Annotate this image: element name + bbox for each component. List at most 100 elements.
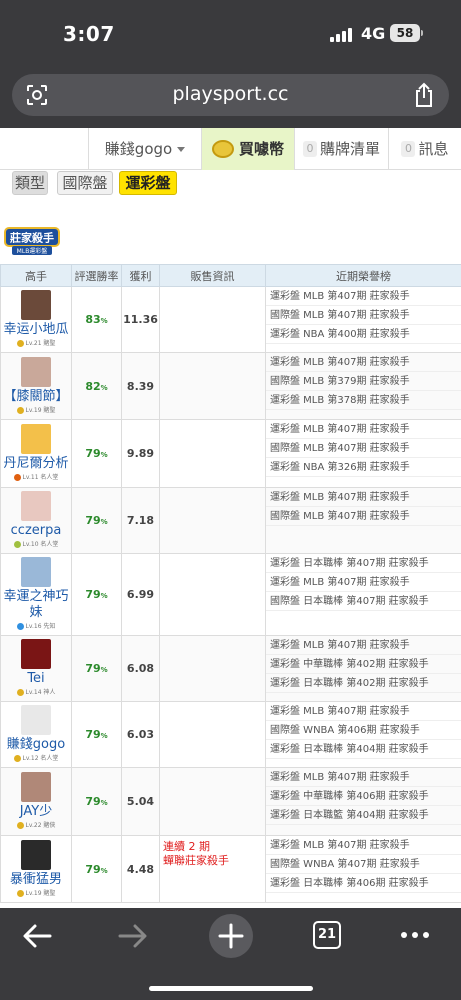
- back-arrow-icon[interactable]: [22, 922, 52, 950]
- player-cell[interactable]: 暴衝猛男 Lv.19 賭聖: [0, 835, 72, 903]
- honor-entry[interactable]: 運彩盤 MLB 第407期 莊家殺手: [266, 573, 461, 592]
- player-name[interactable]: 丹尼爾分析: [3, 456, 69, 472]
- player-name[interactable]: 賺錢gogo: [3, 737, 69, 753]
- avatar[interactable]: [21, 839, 51, 870]
- honor-entry[interactable]: 運彩盤 中華職棒 第406期 莊家殺手: [266, 787, 461, 806]
- player-name[interactable]: 【膝關節】: [3, 389, 69, 405]
- logo-title: 莊家殺手: [9, 231, 54, 245]
- avatar[interactable]: [21, 424, 51, 454]
- sale-info-line[interactable]: 蟬聯莊家殺手: [163, 854, 262, 868]
- avatar[interactable]: [21, 705, 51, 735]
- player-cell[interactable]: Tei Lv.14 神人: [0, 635, 72, 702]
- player-level: Lv.22 賭俠: [3, 821, 69, 831]
- honor-entry[interactable]: 運彩盤 MLB 第378期 莊家殺手: [266, 391, 461, 410]
- level-badge-icon: [16, 689, 24, 696]
- honor-cell: 運彩盤 MLB 第407期 莊家殺手 國際盤 MLB 第379期 莊家殺手 運彩盤 …: [265, 352, 461, 420]
- player-cell[interactable]: JAY少 Lv.22 賭俠: [0, 767, 72, 836]
- sale-info-cell: [159, 701, 266, 768]
- win-rate-value: 79: [85, 514, 101, 527]
- user-menu[interactable]: 賺錢gogo: [88, 128, 201, 170]
- avatar[interactable]: [21, 491, 51, 521]
- honor-entry[interactable]: 運彩盤 日本職棒 第407期 莊家殺手: [266, 554, 461, 573]
- sale-info-cell: [159, 553, 266, 636]
- win-rate-cell: 79%: [71, 701, 122, 768]
- player-cell[interactable]: 幸运小地瓜 Lv.21 賭聖: [0, 286, 72, 353]
- level-badge-icon: [16, 340, 24, 347]
- honor-entry[interactable]: 運彩盤 MLB 第407期 莊家殺手: [266, 768, 461, 787]
- honor-entry[interactable]: 運彩盤 日本職棒 第406期 莊家殺手: [266, 874, 461, 893]
- player-cell[interactable]: 賺錢gogo Lv.12 名人堂: [0, 701, 72, 768]
- player-name[interactable]: JAY少: [3, 804, 69, 820]
- table-row: cczerpa Lv.10 名人堂 79% 7.18 運彩盤 MLB 第407期…: [0, 487, 461, 554]
- honor-entry[interactable]: 運彩盤 日本職棒 第404期 莊家殺手: [266, 740, 461, 759]
- tab-international[interactable]: 國際盤: [57, 171, 113, 195]
- avatar[interactable]: [21, 356, 51, 387]
- player-name[interactable]: 幸运小地瓜: [3, 322, 69, 338]
- new-tab-button[interactable]: [209, 914, 253, 958]
- honor-entry[interactable]: 運彩盤 MLB 第407期 莊家殺手: [266, 636, 461, 655]
- honor-entry[interactable]: 運彩盤 MLB 第407期 莊家殺手: [266, 836, 461, 855]
- tab-sports-lottery[interactable]: 運彩盤: [119, 171, 177, 195]
- honor-entry[interactable]: 國際盤 日本職棒 第407期 莊家殺手: [266, 592, 461, 611]
- profit-value: 7.18: [121, 487, 160, 554]
- avatar[interactable]: [21, 290, 51, 320]
- honor-entry[interactable]: 運彩盤 MLB 第407期 莊家殺手: [266, 702, 461, 721]
- purchase-list-link[interactable]: 0 購牌清單: [294, 128, 388, 170]
- url-text[interactable]: playsport.cc: [12, 83, 449, 105]
- avatar[interactable]: [21, 772, 51, 802]
- more-menu-icon[interactable]: [398, 926, 432, 944]
- table-row: Tei Lv.14 神人 79% 6.08 運彩盤 MLB 第407期 莊家殺手…: [0, 635, 461, 702]
- banker-killer-logo: 莊家殺手 MLB運彩盤: [4, 227, 60, 255]
- player-cell[interactable]: 【膝關節】 Lv.19 賭聖: [0, 352, 72, 420]
- win-rate-cell: 79%: [71, 419, 122, 488]
- honor-entry[interactable]: 國際盤 MLB 第407期 莊家殺手: [266, 306, 461, 325]
- honor-cell: 運彩盤 MLB 第407期 莊家殺手 國際盤 MLB 第407期 莊家殺手 運彩盤 …: [265, 419, 461, 488]
- player-name[interactable]: cczerpa: [3, 523, 69, 539]
- honor-entry[interactable]: 國際盤 MLB 第407期 莊家殺手: [266, 439, 461, 458]
- forward-arrow-icon[interactable]: [118, 922, 148, 950]
- honor-entry[interactable]: 運彩盤 NBA 第326期 莊家殺手: [266, 458, 461, 477]
- player-cell[interactable]: 丹尼爾分析 Lv.11 名人堂: [0, 419, 72, 488]
- share-icon[interactable]: [413, 82, 435, 108]
- honor-entry[interactable]: 運彩盤 MLB 第407期 莊家殺手: [266, 353, 461, 372]
- player-level-text: Lv.12 名人堂: [22, 755, 59, 762]
- profit-value: 9.89: [121, 419, 160, 488]
- honor-entry[interactable]: 國際盤 MLB 第379期 莊家殺手: [266, 372, 461, 391]
- player-level: Lv.19 賭聖: [3, 406, 69, 416]
- category-type-label: 類型: [12, 171, 48, 195]
- sale-info-line[interactable]: 連續 2 期: [163, 840, 262, 854]
- honor-entry[interactable]: 運彩盤 NBA 第400期 莊家殺手: [266, 325, 461, 344]
- honor-entry[interactable]: 運彩盤 日本職籃 第404期 莊家殺手: [266, 806, 461, 825]
- player-cell[interactable]: cczerpa Lv.10 名人堂: [0, 487, 72, 554]
- honor-entry[interactable]: 運彩盤 日本職棒 第402期 莊家殺手: [266, 674, 461, 693]
- sale-info-cell: [159, 286, 266, 353]
- avatar[interactable]: [21, 557, 51, 587]
- honor-entry[interactable]: 運彩盤 MLB 第407期 莊家殺手: [266, 287, 461, 306]
- honor-entry[interactable]: 運彩盤 MLB 第407期 莊家殺手: [266, 488, 461, 507]
- status-time: 3:07: [63, 22, 115, 46]
- player-cell[interactable]: 幸運之神巧妹 Lv.16 先知: [0, 553, 72, 636]
- win-rate-cell: 79%: [71, 487, 122, 554]
- messages-link[interactable]: 0 訊息: [388, 128, 461, 170]
- honor-cell: 運彩盤 日本職棒 第407期 莊家殺手 運彩盤 MLB 第407期 莊家殺手 國際盤…: [265, 553, 461, 636]
- table-row: JAY少 Lv.22 賭俠 79% 5.04 運彩盤 MLB 第407期 莊家殺…: [0, 767, 461, 836]
- address-bar[interactable]: playsport.cc: [12, 74, 449, 116]
- table-row: 暴衝猛男 Lv.19 賭聖 79% 4.48 連續 2 期蟬聯莊家殺手 運彩盤 …: [0, 835, 461, 903]
- tab-switcher-button[interactable]: 21: [313, 921, 341, 949]
- player-name[interactable]: 幸運之神巧妹: [3, 589, 69, 621]
- player-level-text: Lv.19 賭聖: [25, 406, 56, 414]
- avatar[interactable]: [21, 639, 51, 669]
- honor-entry[interactable]: 運彩盤 中華職棒 第402期 莊家殺手: [266, 655, 461, 674]
- buy-coins-button[interactable]: 買噱幣: [201, 128, 294, 170]
- honor-entry[interactable]: 國際盤 WNBA 第406期 莊家殺手: [266, 721, 461, 740]
- table-row: 賺錢gogo Lv.12 名人堂 79% 6.03 運彩盤 MLB 第407期 …: [0, 701, 461, 768]
- honor-entry[interactable]: 運彩盤 MLB 第407期 莊家殺手: [266, 420, 461, 439]
- header-profit: 獲利: [121, 264, 160, 287]
- honor-entry[interactable]: 國際盤 WNBA 第407期 莊家殺手: [266, 855, 461, 874]
- percent-sign: %: [100, 383, 108, 392]
- player-name[interactable]: 暴衝猛男: [3, 872, 69, 888]
- percent-sign: %: [100, 799, 108, 807]
- sale-info-cell: [159, 635, 266, 702]
- player-name[interactable]: Tei: [3, 671, 69, 687]
- honor-entry[interactable]: 國際盤 MLB 第407期 莊家殺手: [266, 507, 461, 526]
